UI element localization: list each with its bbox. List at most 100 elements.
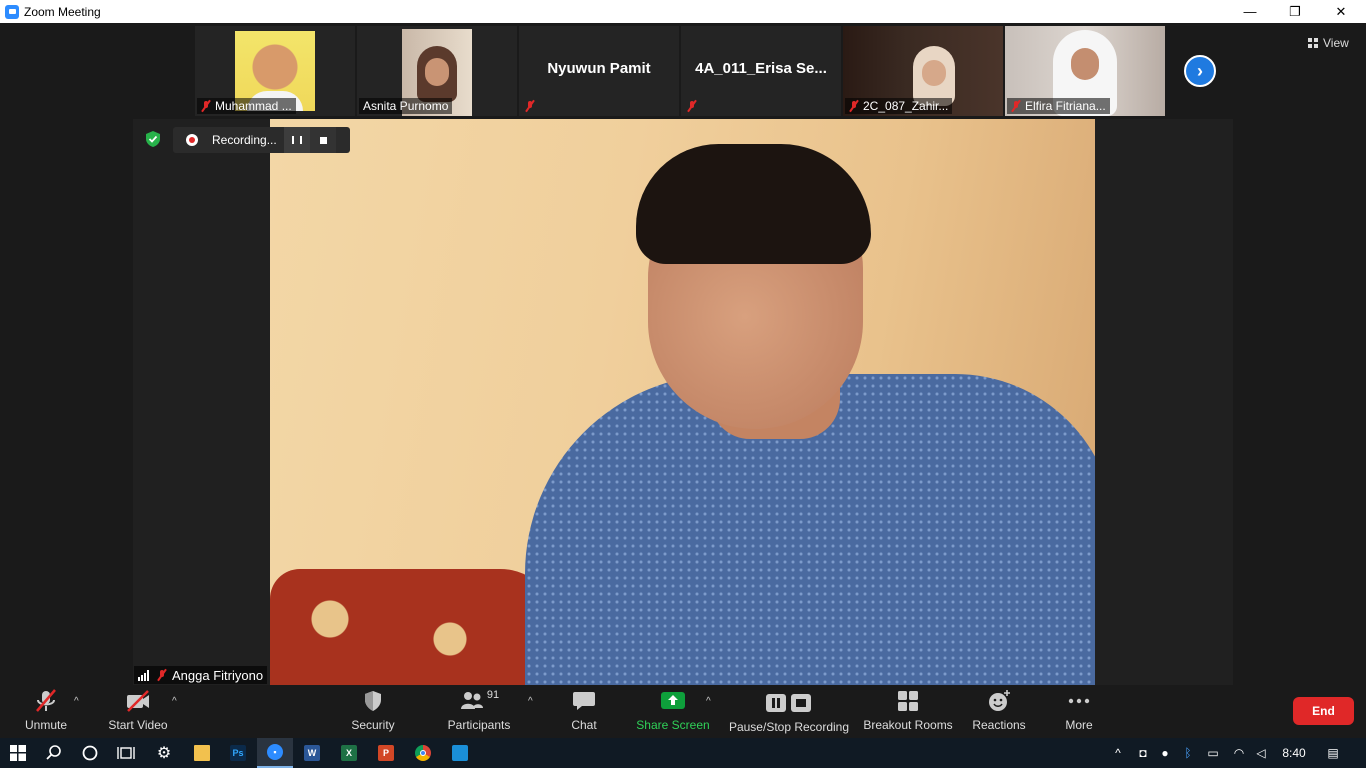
participant-tile[interactable]: Elfira Fitriana... bbox=[1005, 26, 1165, 116]
mic-muted-icon bbox=[687, 100, 697, 112]
mic-muted-icon bbox=[525, 100, 535, 112]
participant-face bbox=[922, 60, 946, 86]
audio-options-caret[interactable]: ^ bbox=[74, 696, 79, 707]
close-button[interactable]: ✕ bbox=[1318, 0, 1364, 23]
shield-icon bbox=[365, 691, 381, 711]
active-speaker-name: Angga Fitriyono bbox=[172, 667, 264, 683]
breakout-rooms-icon bbox=[898, 691, 918, 711]
taskbar-powerpoint[interactable]: P bbox=[368, 738, 404, 768]
taskbar-zoom[interactable]: ▪ bbox=[257, 738, 293, 768]
folder-icon bbox=[194, 745, 210, 761]
zoom-app-icon bbox=[5, 4, 19, 19]
record-icon bbox=[186, 134, 198, 146]
taskbar-word[interactable]: W bbox=[294, 738, 330, 768]
window-title: Zoom Meeting bbox=[24, 4, 101, 19]
stop-recording-button[interactable] bbox=[310, 127, 336, 153]
meeting-stage: Muhammad ... Asnita Purnomo Nyuwun Pamit… bbox=[0, 23, 1366, 685]
chat-label: Chat bbox=[571, 718, 597, 732]
chrome-icon bbox=[415, 745, 431, 761]
taskbar-clock[interactable]: 8:40 bbox=[1278, 738, 1310, 768]
taskbar-excel[interactable]: X bbox=[331, 738, 367, 768]
security-button[interactable]: Security bbox=[345, 685, 401, 738]
participant-name-bar: Muhammad ... bbox=[197, 98, 296, 114]
volume-icon[interactable]: ◁ bbox=[1252, 738, 1270, 768]
participants-options-caret[interactable]: ^ bbox=[528, 696, 533, 707]
wifi-icon[interactable]: ◠ bbox=[1230, 738, 1248, 768]
view-button[interactable]: View bbox=[1302, 33, 1355, 53]
taskbar-file-explorer[interactable] bbox=[184, 738, 220, 768]
participant-tile[interactable]: 4A_011_Erisa Se... bbox=[681, 26, 841, 116]
chat-icon bbox=[573, 692, 595, 710]
participant-tile[interactable]: Nyuwun Pamit bbox=[519, 26, 679, 116]
cortana-button[interactable] bbox=[72, 738, 108, 768]
app-window-icon bbox=[452, 745, 468, 761]
photoshop-icon: Ps bbox=[230, 745, 246, 761]
more-button[interactable]: More bbox=[1058, 685, 1100, 738]
more-dots-icon bbox=[1068, 698, 1090, 704]
participant-name: Asnita Purnomo bbox=[363, 99, 449, 113]
search-button[interactable] bbox=[36, 738, 72, 768]
start-video-button[interactable]: Start Video bbox=[106, 685, 170, 738]
windows-logo-icon bbox=[10, 745, 26, 761]
taskbar-settings[interactable]: ⚙ bbox=[146, 738, 182, 768]
participant-tile[interactable]: Asnita Purnomo bbox=[357, 26, 517, 116]
signal-strength-icon bbox=[138, 669, 152, 681]
participant-tile[interactable]: Muhammad ... bbox=[195, 26, 355, 116]
task-view-icon bbox=[117, 747, 135, 759]
main-video-left-margin bbox=[133, 119, 270, 685]
reactions-label: Reactions bbox=[972, 718, 1026, 732]
participant-name-bar bbox=[521, 98, 539, 114]
video-options-caret[interactable]: ^ bbox=[172, 696, 177, 707]
recording-controls-icon bbox=[764, 691, 814, 715]
tray-mic-icon[interactable]: ● bbox=[1157, 738, 1173, 768]
reactions-button[interactable]: Reactions bbox=[970, 685, 1028, 738]
mic-muted-icon bbox=[36, 689, 56, 712]
mic-muted-icon bbox=[849, 100, 859, 112]
taskbar-photoshop[interactable]: Ps bbox=[220, 738, 256, 768]
excel-icon: X bbox=[341, 745, 357, 761]
sofa bbox=[270, 569, 560, 685]
grid-view-icon bbox=[1308, 38, 1318, 48]
start-video-label: Start Video bbox=[108, 718, 168, 732]
minimize-button[interactable]: — bbox=[1227, 0, 1273, 23]
next-page-button[interactable]: › bbox=[1184, 55, 1216, 87]
share-options-caret[interactable]: ^ bbox=[706, 696, 711, 707]
tray-overflow-chevron[interactable]: ^ bbox=[1110, 738, 1126, 768]
chat-button[interactable]: Chat bbox=[565, 685, 603, 738]
pause-stop-recording-button[interactable]: Pause/Stop Recording bbox=[728, 685, 850, 738]
restore-button[interactable]: ❐ bbox=[1272, 0, 1318, 23]
unmute-button[interactable]: Unmute bbox=[20, 685, 72, 738]
bluetooth-icon[interactable]: ᛒ bbox=[1180, 738, 1196, 768]
participants-icon-group: 91 bbox=[454, 689, 504, 713]
participant-face bbox=[1071, 48, 1099, 80]
gear-icon: ⚙ bbox=[156, 745, 172, 762]
cortana-circle-icon bbox=[82, 745, 98, 761]
breakout-rooms-button[interactable]: Breakout Rooms bbox=[862, 685, 954, 738]
recording-indicator: Recording... bbox=[173, 127, 350, 153]
mic-muted-icon bbox=[157, 669, 167, 681]
participant-name-bar: Asnita Purnomo bbox=[359, 98, 453, 114]
mic-muted-icon bbox=[201, 100, 211, 112]
notifications-icon[interactable]: ▤ bbox=[1322, 738, 1344, 768]
participants-button[interactable]: 91 Participants bbox=[444, 685, 514, 738]
taskbar-chrome[interactable] bbox=[405, 738, 441, 768]
pause-stop-icon bbox=[766, 694, 811, 712]
battery-icon[interactable]: ▭ bbox=[1204, 738, 1222, 768]
active-speaker-video bbox=[270, 119, 1095, 685]
participants-count: 91 bbox=[486, 689, 500, 701]
main-video-right-margin bbox=[1095, 119, 1233, 685]
taskbar-app[interactable] bbox=[442, 738, 478, 768]
pause-recording-button[interactable] bbox=[284, 127, 310, 153]
participant-display-name: 4A_011_Erisa Se... bbox=[695, 60, 827, 77]
participant-tile[interactable]: 2C_087_Zahir... bbox=[843, 26, 1003, 116]
word-icon: W bbox=[304, 745, 320, 761]
shield-check-icon[interactable] bbox=[146, 131, 160, 147]
participants-label: Participants bbox=[447, 718, 511, 732]
participants-icon bbox=[460, 692, 483, 709]
end-meeting-button[interactable]: End bbox=[1293, 697, 1354, 725]
tray-webcam-icon[interactable]: ◘ bbox=[1134, 738, 1152, 768]
share-screen-button[interactable]: Share Screen bbox=[636, 685, 710, 738]
recording-label: Recording... bbox=[212, 133, 277, 147]
task-view-button[interactable] bbox=[108, 738, 144, 768]
start-button[interactable] bbox=[0, 738, 36, 768]
